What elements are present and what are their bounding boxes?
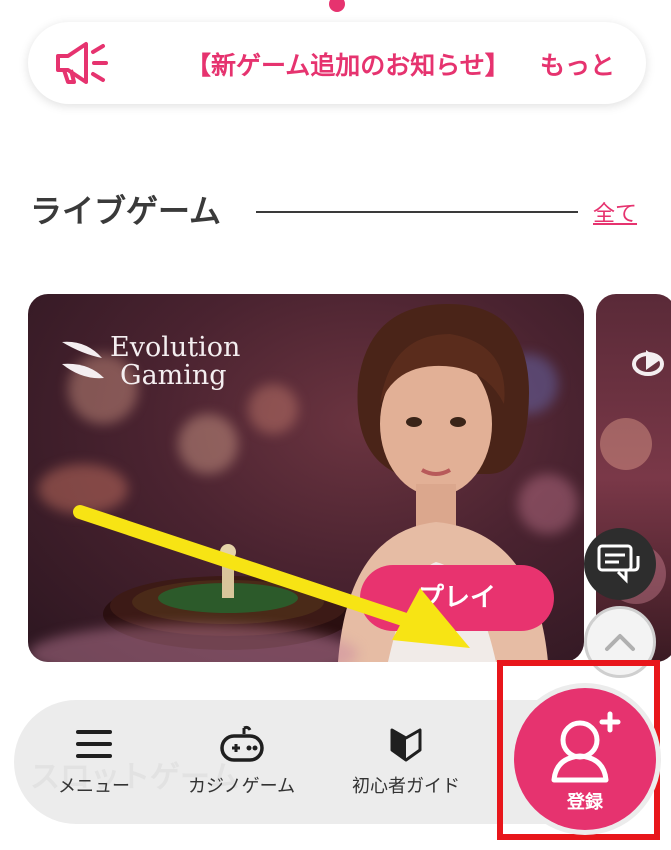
view-all-link[interactable]: 全て xyxy=(593,196,637,228)
nav-label-casino-games: カジノゲーム xyxy=(188,776,296,797)
nav-label-beginner-guide: 初心者ガイド xyxy=(352,776,460,797)
nav-item-casino-games[interactable]: カジノゲーム xyxy=(188,724,295,798)
page-indicator-dot xyxy=(329,0,345,12)
provider-name-line-1: Evolution xyxy=(110,332,241,363)
notice-more-link[interactable]: もっと xyxy=(540,46,615,82)
notice-bar[interactable]: 【新ゲーム追加のお知らせ】 もっと xyxy=(28,22,646,104)
nav-item-beginner-guide[interactable]: 初心者ガイド xyxy=(352,724,460,798)
notice-text[interactable]: 【新ゲーム追加のお知らせ】 xyxy=(186,46,510,82)
nav-label-menu: メニュー xyxy=(58,776,130,797)
provider-name: Evolution Gaming xyxy=(110,334,240,390)
next-game-card[interactable] xyxy=(596,294,671,662)
section-title: ライブゲーム xyxy=(30,192,222,230)
play-button[interactable]: プレイ xyxy=(360,565,554,631)
register-button[interactable]: 登録 xyxy=(514,688,656,830)
beginner-mark-icon xyxy=(390,728,422,762)
menu-icon xyxy=(76,730,112,758)
chat-icon xyxy=(597,544,640,584)
section-divider xyxy=(256,211,578,213)
nav-item-menu[interactable]: メニュー xyxy=(58,724,130,798)
gamepad-icon xyxy=(219,725,264,762)
megaphone-icon xyxy=(56,42,108,84)
register-label: 登録 xyxy=(567,792,603,813)
chat-button[interactable] xyxy=(584,528,656,600)
provider-name-line-2: Gaming xyxy=(120,360,227,391)
provider-logo-icon xyxy=(600,350,666,604)
